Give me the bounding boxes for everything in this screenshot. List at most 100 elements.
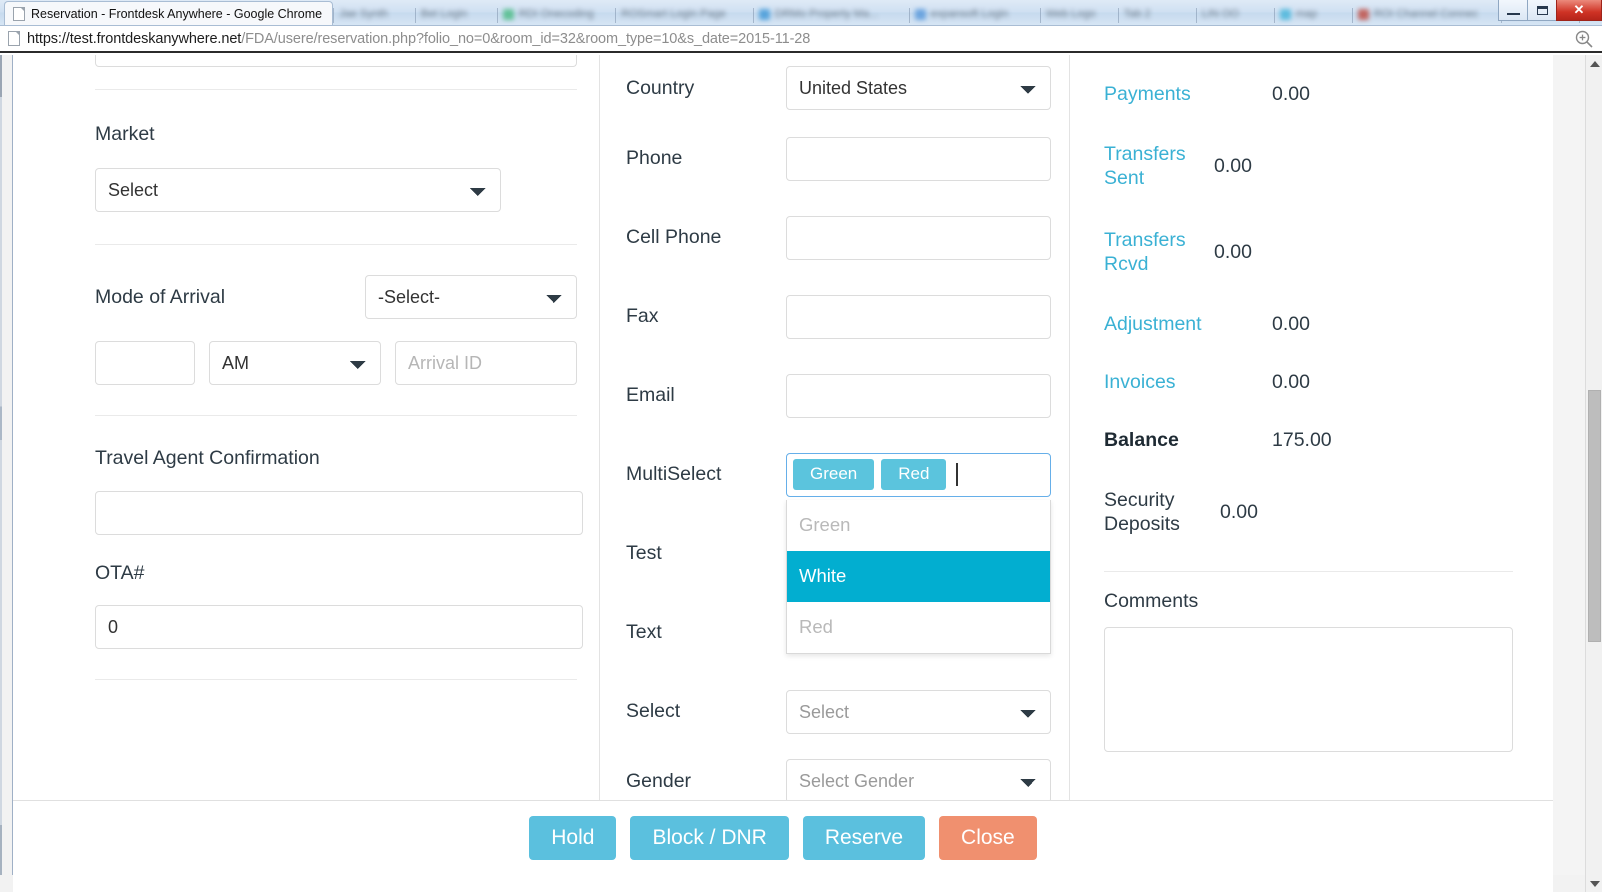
scrollbar-thumb[interactable]	[1588, 390, 1601, 642]
multiselect-row: MultiSelect Green Red Green White Red	[626, 435, 1051, 654]
travel-agent-confirmation-input[interactable]	[95, 490, 583, 535]
multiselect-option-red[interactable]: Red	[787, 602, 1050, 653]
page-viewport: Market Select Mode of Arrival -Select- A…	[0, 55, 1602, 892]
arrival-meridiem-select[interactable]: AM	[209, 341, 381, 386]
tab-separator	[1351, 8, 1353, 23]
summary-row-security-deposits: Security Deposits 0.00	[1104, 469, 1513, 555]
fax-input[interactable]	[786, 294, 1051, 339]
divider	[1104, 571, 1513, 572]
minimize-button[interactable]	[1498, 0, 1527, 21]
background-tab-label: LIN OO	[1201, 8, 1239, 20]
summary-row-balance: Balance 175.00	[1104, 411, 1513, 469]
background-tab[interactable]: ROSmart Login Page	[621, 6, 726, 22]
address-bar-url[interactable]: https://test.frontdeskanywhere.net/FDA/u…	[27, 31, 1568, 47]
email-row: Email	[626, 356, 1051, 435]
multiselect-option-white[interactable]: White	[787, 550, 1050, 602]
payments-value: 0.00	[1272, 82, 1310, 105]
transfers-sent-link[interactable]: Transfers Sent	[1104, 142, 1214, 191]
tab-separator	[615, 8, 617, 23]
background-tab[interactable]: LIN OO	[1202, 6, 1239, 22]
gender-select[interactable]: Select Gender	[786, 759, 1051, 800]
multiselect-tag-green[interactable]: Green	[793, 459, 875, 490]
email-input[interactable]	[786, 373, 1051, 418]
summary-row-payments: Payments 0.00	[1104, 65, 1513, 123]
market-select[interactable]: Select	[95, 168, 501, 213]
background-tab[interactable]: expansoft Login	[914, 6, 1008, 22]
arrival-id-input[interactable]	[395, 341, 577, 386]
zoom-in-icon[interactable]	[1574, 29, 1594, 49]
multiselect-input[interactable]: Green Red	[786, 452, 1051, 497]
transfers-sent-value: 0.00	[1214, 154, 1252, 177]
divider	[95, 679, 577, 681]
block-dnr-button[interactable]: Block / DNR	[630, 816, 789, 860]
multiselect-dropdown-menu[interactable]: Green White Red	[786, 499, 1051, 654]
background-tab[interactable]: Bet Login	[421, 6, 467, 22]
tab-favicon-icon	[914, 8, 926, 20]
invoices-value: 0.00	[1272, 370, 1310, 393]
select-label: Select	[626, 700, 681, 723]
window-controls: ✕	[1498, 0, 1602, 21]
test-label: Test	[626, 542, 662, 565]
background-tab[interactable]: map	[1279, 6, 1318, 22]
background-tab-label: Bet Login	[420, 8, 468, 20]
background-tab-label: Web Logo	[1045, 8, 1096, 20]
select-dropdown[interactable]: Select	[786, 689, 1051, 734]
mode-of-arrival-label: Mode of Arrival	[95, 286, 226, 309]
phone-label: Phone	[626, 147, 683, 170]
background-tab[interactable]: RDI Onecoding	[502, 6, 594, 22]
tab-separator	[752, 8, 754, 23]
background-tabs-strip[interactable]: Jae Synth Bet Login RDI Onecoding ROSmart L…	[333, 1, 1602, 25]
background-tab-label: map	[1295, 8, 1318, 20]
country-label: Country	[626, 76, 695, 99]
active-tab[interactable]: Reservation - Frontdesk Anywhere - Googl…	[4, 1, 334, 25]
arrival-time-input[interactable]	[95, 341, 195, 386]
page-bottom-strip	[0, 875, 1602, 892]
phone-input[interactable]	[786, 136, 1051, 181]
background-tab[interactable]: DRMo Property Ma...	[758, 6, 878, 22]
payments-link[interactable]: Payments	[1104, 82, 1272, 106]
background-tab-label: RDI Onecoding	[518, 8, 594, 20]
tab-separator	[1195, 8, 1197, 23]
left-rail	[0, 55, 13, 892]
scroll-down-arrow-icon[interactable]	[1586, 875, 1602, 892]
close-button[interactable]: Close	[939, 816, 1037, 860]
browser-window: Reservation - Frontdesk Anywhere - Googl…	[0, 0, 1602, 892]
adjustment-link[interactable]: Adjustment	[1104, 312, 1272, 336]
background-tab[interactable]: Web Logo	[1046, 6, 1096, 22]
invoices-link[interactable]: Invoices	[1104, 370, 1272, 394]
multiselect-option-green[interactable]: Green	[787, 500, 1050, 551]
ota-input[interactable]	[95, 605, 583, 650]
divider	[95, 89, 577, 90]
transfers-rcvd-link[interactable]: Transfers Rcvd	[1104, 228, 1214, 277]
browser-title-bar: Reservation - Frontdesk Anywhere - Googl…	[0, 0, 1602, 26]
multiselect-tag-red[interactable]: Red	[881, 459, 947, 490]
fax-row: Fax	[626, 277, 1051, 356]
page-favicon-icon	[13, 6, 25, 21]
background-tab[interactable]: ROI Channel Connec	[1357, 6, 1478, 22]
mode-of-arrival-select[interactable]: -Select-	[365, 275, 577, 320]
url-host: https://test.frontdeskanywhere.net	[27, 30, 242, 47]
reservation-left-column: Market Select Mode of Arrival -Select- A…	[13, 55, 599, 800]
scroll-up-arrow-icon[interactable]	[1586, 55, 1602, 72]
comments-textarea[interactable]	[1104, 627, 1513, 752]
security-deposits-value: 0.00	[1220, 500, 1258, 523]
dialog-footer: Hold Block / DNR Reserve Close	[13, 800, 1553, 875]
hold-button[interactable]: Hold	[529, 816, 617, 860]
cell-phone-input[interactable]	[786, 215, 1051, 260]
maximize-button[interactable]	[1527, 0, 1556, 21]
background-tab[interactable]: Tab 2	[1124, 6, 1151, 22]
background-tab[interactable]: Jae Synth	[339, 6, 388, 22]
gender-label: Gender	[626, 769, 692, 792]
reserve-button[interactable]: Reserve	[802, 816, 926, 860]
tab-separator	[333, 8, 335, 23]
close-window-button[interactable]: ✕	[1556, 0, 1602, 21]
tab-separator	[414, 8, 416, 23]
country-select[interactable]: United States	[786, 66, 1051, 110]
tab-favicon-icon	[1279, 8, 1291, 20]
tab-favicon-icon	[758, 8, 770, 20]
tab-favicon-icon	[502, 8, 514, 20]
address-bar[interactable]: https://test.frontdeskanywhere.net/FDA/u…	[0, 26, 1602, 53]
cut-off-field-above	[95, 55, 577, 67]
cell-phone-row: Cell Phone	[626, 198, 1051, 277]
page-scrollbar[interactable]	[1585, 55, 1602, 892]
